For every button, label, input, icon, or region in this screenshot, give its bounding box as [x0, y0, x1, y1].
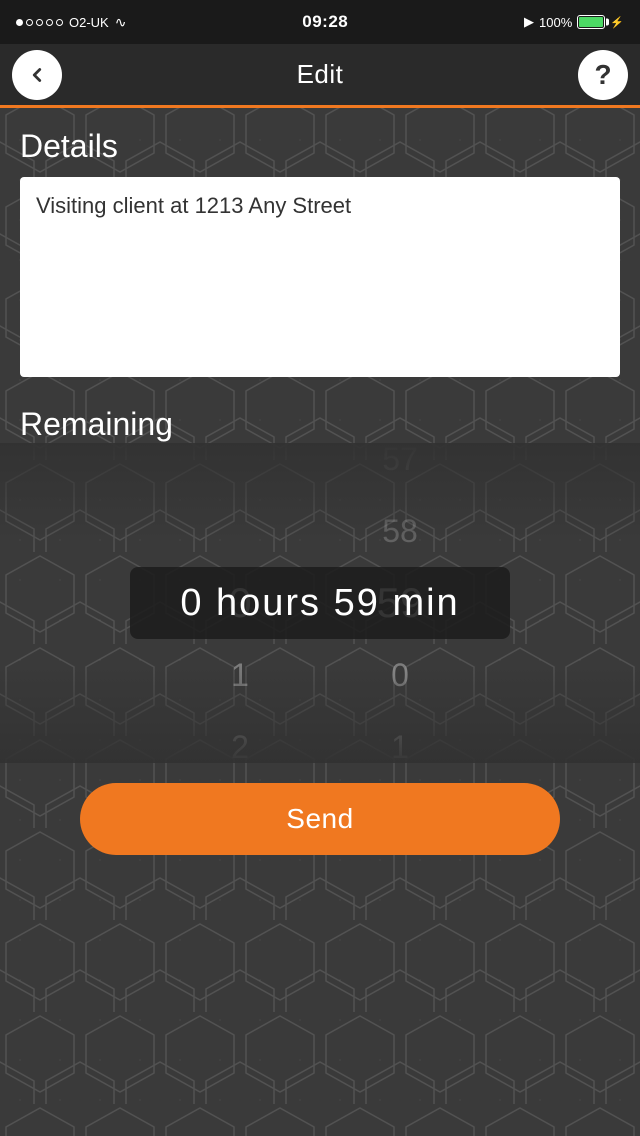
min-minus2: 57: [320, 443, 480, 495]
help-icon: ?: [594, 61, 611, 89]
status-time: 09:28: [302, 12, 348, 32]
status-left: O2-UK ∿: [16, 14, 126, 31]
status-right: ▶ 100% ⚡: [524, 14, 624, 30]
carrier-label: O2-UK: [69, 15, 109, 30]
back-button[interactable]: [12, 50, 62, 100]
signal-dots: [16, 19, 63, 26]
details-label: Details: [20, 128, 620, 165]
hour-minus2: [160, 443, 320, 495]
time-selected-text: 0 hours 59 min: [180, 582, 459, 625]
send-button-container: Send: [0, 763, 640, 875]
signal-dot-5: [56, 19, 63, 26]
page-title: Edit: [297, 59, 344, 90]
charging-icon: ⚡: [610, 16, 624, 29]
battery-fill: [579, 17, 603, 27]
min-minus1: 58: [320, 495, 480, 567]
nav-bar: Edit ?: [0, 44, 640, 108]
remaining-label: Remaining: [20, 406, 620, 443]
battery-body: [577, 15, 605, 29]
location-icon: ▶: [524, 14, 534, 30]
remaining-section: Remaining: [20, 406, 620, 443]
time-picker[interactable]: 0 hours 59 min 0 1 2 3 56 57 58 59 0 1 2: [0, 443, 640, 763]
help-button[interactable]: ?: [578, 50, 628, 100]
details-textarea[interactable]: Visiting client at 1213 Any Street: [20, 177, 620, 377]
hour-plus2: 2: [160, 711, 320, 763]
wifi-icon: ∿: [115, 14, 127, 31]
details-section: Details Visiting client at 1213 Any Stre…: [20, 128, 620, 382]
hour-plus1: 1: [160, 639, 320, 711]
battery-indicator: [577, 15, 605, 29]
signal-dot-4: [46, 19, 53, 26]
signal-dot-1: [16, 19, 23, 26]
time-selected-highlight: 0 hours 59 min: [130, 567, 510, 639]
signal-dot-3: [36, 19, 43, 26]
back-icon: [26, 64, 48, 86]
battery-percent: 100%: [539, 15, 572, 30]
min-plus1: 0: [320, 639, 480, 711]
hour-minus1: [160, 495, 320, 567]
min-plus2: 1: [320, 711, 480, 763]
content-area: Details Visiting client at 1213 Any Stre…: [0, 108, 640, 443]
status-bar: O2-UK ∿ 09:28 ▶ 100% ⚡: [0, 0, 640, 44]
signal-dot-2: [26, 19, 33, 26]
send-button[interactable]: Send: [80, 783, 560, 855]
